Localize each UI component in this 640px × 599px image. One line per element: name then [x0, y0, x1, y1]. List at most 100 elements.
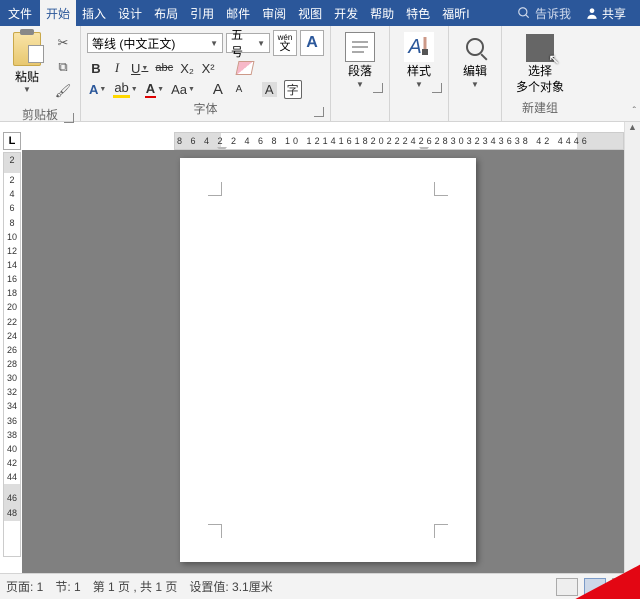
- font-color-button[interactable]: A▼: [143, 80, 166, 98]
- horizontal-ruler[interactable]: 8 6 4 2 2 4 6 8 10 121416182022242628303…: [174, 132, 624, 150]
- font-dialog-launcher[interactable]: [314, 107, 324, 117]
- change-case-button[interactable]: Aa▼: [169, 80, 197, 98]
- vertical-ruler[interactable]: 2 2 4 6 8 10 12 14 16 18 20 22 24 26 28 …: [3, 152, 21, 557]
- share-button[interactable]: 共享: [577, 5, 634, 22]
- document-area[interactable]: [22, 150, 624, 573]
- view-read-button[interactable]: [556, 578, 578, 596]
- enclose-char-button[interactable]: 字: [282, 80, 304, 98]
- group-editing: 编辑 ▼: [449, 26, 502, 121]
- styles-button[interactable]: A: [404, 32, 434, 62]
- paragraph-label: 段落: [348, 64, 372, 78]
- highlight-button[interactable]: ab▼: [111, 80, 139, 98]
- group-label-font: 字体: [87, 98, 324, 119]
- status-bar: 页面: 1 节: 1 第 1 页 , 共 1 页 设置值: 3.1厘米: [0, 573, 640, 599]
- group-new: 选择 多个对象 新建组: [502, 26, 578, 121]
- paste-dropdown-caret[interactable]: ▼: [23, 85, 31, 94]
- tell-me-placeholder: 告诉我: [535, 5, 571, 22]
- chevron-down-icon: ▼: [206, 39, 218, 48]
- clipboard-dialog-launcher[interactable]: [64, 113, 74, 123]
- copy-button[interactable]: ⧉: [54, 58, 72, 76]
- paste-icon: [13, 32, 41, 66]
- find-button[interactable]: [466, 32, 484, 62]
- menu-tab-design[interactable]: 设计: [112, 0, 148, 26]
- select-label-2: 多个对象: [516, 80, 564, 94]
- group-label-clipboard: 剪贴板: [6, 104, 74, 125]
- styles-label: 样式: [407, 64, 431, 78]
- text-effects-button[interactable]: A▼: [87, 80, 108, 98]
- paste-button[interactable]: 粘贴 ▼: [6, 30, 48, 104]
- editing-label: 编辑: [463, 64, 487, 78]
- status-page[interactable]: 页面: 1: [6, 578, 43, 595]
- group-styles: A 样式 ▼: [390, 26, 449, 121]
- char-shading-button[interactable]: A: [260, 80, 279, 98]
- group-clipboard: 粘贴 ▼ ✂ ⧉ 🖌 剪贴板: [0, 26, 81, 121]
- paragraph-dropdown[interactable]: ▼: [356, 80, 364, 89]
- group-paragraph: 段落 ▼: [331, 26, 390, 121]
- group-label-paragraph: [337, 91, 383, 95]
- status-section[interactable]: 节: 1: [55, 578, 80, 595]
- phonetic-guide-button[interactable]: wén 文: [273, 30, 297, 56]
- grow-font-button[interactable]: A: [209, 80, 227, 98]
- menu-tab-special[interactable]: 特色: [400, 0, 436, 26]
- font-size-value: 五号: [231, 26, 253, 60]
- char-border-big-button[interactable]: A: [300, 30, 324, 56]
- styles-dialog-launcher[interactable]: [432, 83, 442, 93]
- paragraph-dialog-launcher[interactable]: [373, 83, 383, 93]
- margin-corner-tl: [208, 182, 222, 196]
- search-icon: [517, 6, 531, 20]
- person-icon: [585, 6, 599, 20]
- group-font: 等线 (中文正文) ▼ 五号 ▼ wén 文 A B I U▼ abc X₂: [81, 26, 331, 121]
- paste-label: 粘贴: [15, 68, 39, 85]
- menu-tab-references[interactable]: 引用: [184, 0, 220, 26]
- tell-me-search[interactable]: 告诉我: [511, 5, 577, 22]
- menu-tab-review[interactable]: 审阅: [256, 0, 292, 26]
- brush-icon: [420, 37, 430, 57]
- eraser-icon: [236, 61, 255, 75]
- share-label: 共享: [602, 5, 626, 22]
- menu-tab-developer[interactable]: 开发: [328, 0, 364, 26]
- vertical-scrollbar[interactable]: ▲: [624, 122, 640, 573]
- shrink-font-button[interactable]: A: [230, 80, 248, 98]
- subscript-button[interactable]: X₂: [178, 59, 196, 77]
- bold-button[interactable]: B: [87, 59, 105, 77]
- paragraph-lines-icon: [350, 39, 370, 55]
- menu-tab-layout[interactable]: 布局: [148, 0, 184, 26]
- scroll-up-button[interactable]: ▲: [625, 122, 640, 138]
- font-name-combo[interactable]: 等线 (中文正文) ▼: [87, 33, 223, 53]
- menu-tab-insert[interactable]: 插入: [76, 0, 112, 26]
- cut-button[interactable]: ✂: [54, 34, 72, 52]
- menu-tab-home[interactable]: 开始: [40, 0, 76, 26]
- hruler-numbers: 8 6 4 2 2 4 6 8 10 121416182022242628303…: [175, 136, 590, 146]
- group-label-styles: [396, 91, 442, 95]
- margin-corner-tr: [434, 182, 448, 196]
- collapse-ribbon-button[interactable]: ˆ: [633, 106, 636, 117]
- status-setting[interactable]: 设置值: 3.1厘米: [189, 578, 272, 595]
- clear-formatting-button[interactable]: [235, 59, 255, 77]
- menu-tab-help[interactable]: 帮助: [364, 0, 400, 26]
- strikethrough-button[interactable]: abc: [153, 59, 175, 77]
- font-size-combo[interactable]: 五号 ▼: [226, 33, 270, 53]
- tab-selector[interactable]: L: [3, 132, 21, 150]
- menu-tab-view[interactable]: 视图: [292, 0, 328, 26]
- styles-dropdown[interactable]: ▼: [415, 80, 423, 89]
- margin-corner-bl: [208, 524, 222, 538]
- menu-tab-mailings[interactable]: 邮件: [220, 0, 256, 26]
- chevron-down-icon: ▼: [253, 39, 265, 48]
- superscript-button[interactable]: X²: [199, 59, 217, 77]
- status-pages[interactable]: 第 1 页 , 共 1 页: [93, 578, 178, 595]
- underline-button[interactable]: U▼: [129, 59, 150, 77]
- view-print-button[interactable]: [584, 578, 606, 596]
- paragraph-button[interactable]: [345, 32, 375, 62]
- format-painter-button[interactable]: 🖌: [54, 82, 72, 100]
- select-objects-button[interactable]: [526, 34, 554, 62]
- page[interactable]: [180, 158, 476, 562]
- menu-tab-foxit[interactable]: 福昕I: [436, 0, 475, 26]
- view-web-button[interactable]: [612, 578, 634, 596]
- magnifier-icon: [466, 38, 484, 56]
- menu-bar: 文件 开始 插入 设计 布局 引用 邮件 审阅 视图 开发 帮助 特色 福昕I …: [0, 0, 640, 26]
- group-label-new: 新建组: [508, 97, 572, 118]
- menu-tab-file[interactable]: 文件: [0, 0, 40, 26]
- editing-dropdown[interactable]: ▼: [471, 80, 479, 89]
- italic-button[interactable]: I: [108, 59, 126, 77]
- margin-corner-br: [434, 524, 448, 538]
